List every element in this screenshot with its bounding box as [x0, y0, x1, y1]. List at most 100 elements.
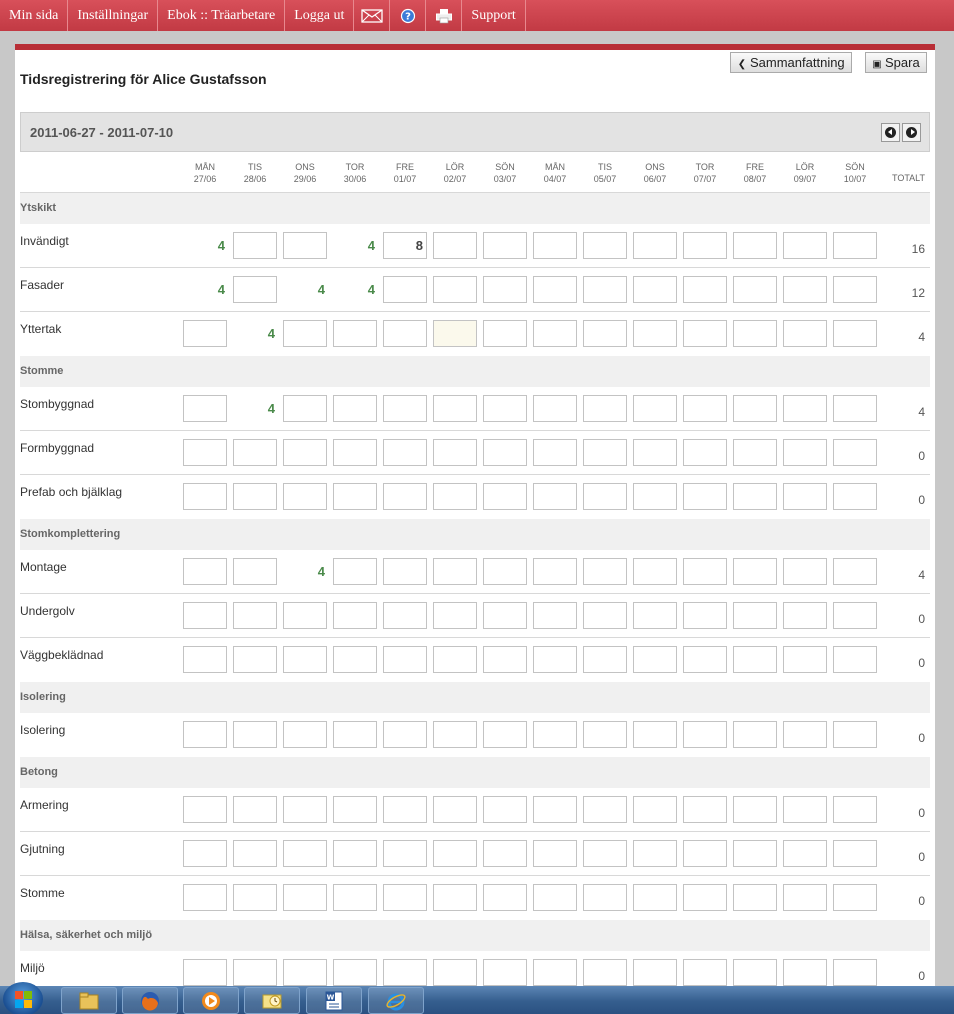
hours-input[interactable]	[483, 796, 527, 823]
hours-input[interactable]	[283, 395, 327, 422]
hours-input[interactable]	[183, 320, 227, 347]
hours-input[interactable]	[433, 602, 477, 629]
hours-input[interactable]	[783, 439, 827, 466]
hours-input[interactable]	[733, 796, 777, 823]
hours-input[interactable]	[233, 840, 277, 867]
hours-input[interactable]	[483, 721, 527, 748]
hours-input[interactable]	[733, 320, 777, 347]
hours-input[interactable]	[483, 959, 527, 986]
hours-input[interactable]	[633, 232, 677, 259]
hours-input[interactable]	[833, 884, 877, 911]
hours-input[interactable]	[833, 959, 877, 986]
hours-input[interactable]	[183, 558, 227, 585]
hours-input[interactable]	[283, 602, 327, 629]
hours-input[interactable]	[533, 884, 577, 911]
hours-input[interactable]	[433, 276, 477, 303]
hours-input[interactable]	[833, 276, 877, 303]
hours-input[interactable]	[683, 959, 727, 986]
hours-input[interactable]	[733, 232, 777, 259]
hours-input[interactable]	[433, 395, 477, 422]
hours-input[interactable]	[433, 232, 477, 259]
hours-input[interactable]	[683, 439, 727, 466]
hours-input[interactable]	[383, 884, 427, 911]
hours-input[interactable]	[633, 483, 677, 510]
hours-input[interactable]	[833, 320, 877, 347]
nav-item-ebok-träarbetare[interactable]: Ebok :: Träarbetare	[158, 0, 286, 31]
hours-input[interactable]	[233, 884, 277, 911]
hours-input[interactable]	[683, 796, 727, 823]
hours-input[interactable]	[783, 395, 827, 422]
hours-input[interactable]	[433, 884, 477, 911]
taskbar-app-button[interactable]	[368, 987, 424, 1014]
hours-input[interactable]	[583, 796, 627, 823]
hours-input[interactable]	[183, 796, 227, 823]
hours-input[interactable]	[533, 646, 577, 673]
hours-input[interactable]	[633, 320, 677, 347]
hours-input[interactable]	[383, 721, 427, 748]
hours-input[interactable]	[683, 840, 727, 867]
hours-input[interactable]	[233, 721, 277, 748]
hours-input[interactable]	[483, 439, 527, 466]
hours-input[interactable]	[333, 320, 377, 347]
hours-input[interactable]	[583, 395, 627, 422]
hours-input[interactable]	[533, 721, 577, 748]
hours-input[interactable]	[533, 439, 577, 466]
hours-input[interactable]	[783, 558, 827, 585]
hours-input[interactable]	[483, 840, 527, 867]
hours-input[interactable]	[833, 558, 877, 585]
hours-input[interactable]	[833, 796, 877, 823]
taskbar-app-button[interactable]	[244, 987, 300, 1014]
hours-input[interactable]	[483, 276, 527, 303]
hours-input[interactable]	[283, 884, 327, 911]
hours-input[interactable]	[833, 395, 877, 422]
hours-input[interactable]	[483, 602, 527, 629]
hours-input[interactable]	[633, 884, 677, 911]
hours-input[interactable]	[283, 959, 327, 986]
hours-input[interactable]	[333, 439, 377, 466]
hours-input[interactable]	[633, 439, 677, 466]
hours-input[interactable]	[833, 646, 877, 673]
hours-input[interactable]	[383, 602, 427, 629]
hours-input[interactable]	[383, 959, 427, 986]
hours-input[interactable]	[833, 232, 877, 259]
nav-item-logga-ut[interactable]: Logga ut	[285, 0, 355, 31]
hours-input[interactable]	[783, 320, 827, 347]
hours-input[interactable]	[183, 395, 227, 422]
hours-input[interactable]	[283, 483, 327, 510]
hours-input[interactable]	[233, 483, 277, 510]
hours-input[interactable]	[633, 395, 677, 422]
hours-input[interactable]	[283, 439, 327, 466]
hours-input[interactable]	[633, 840, 677, 867]
hours-input[interactable]	[633, 721, 677, 748]
hours-input[interactable]	[433, 483, 477, 510]
hours-input[interactable]	[783, 959, 827, 986]
hours-input[interactable]	[633, 602, 677, 629]
hours-input[interactable]	[283, 840, 327, 867]
hours-input[interactable]	[583, 602, 627, 629]
hours-input[interactable]	[833, 602, 877, 629]
hours-input[interactable]	[733, 276, 777, 303]
hours-input[interactable]	[583, 646, 627, 673]
hours-input[interactable]	[783, 232, 827, 259]
hours-input[interactable]	[483, 646, 527, 673]
hours-input[interactable]	[633, 646, 677, 673]
hours-input[interactable]	[533, 840, 577, 867]
hours-input[interactable]	[733, 483, 777, 510]
hours-input[interactable]	[533, 796, 577, 823]
hours-input[interactable]	[783, 796, 827, 823]
hours-input[interactable]	[733, 646, 777, 673]
hours-input[interactable]	[433, 796, 477, 823]
hours-input[interactable]	[583, 721, 627, 748]
hours-input[interactable]	[833, 483, 877, 510]
hours-input[interactable]	[833, 840, 877, 867]
nav-item-support[interactable]: Support	[462, 0, 526, 31]
hours-input[interactable]	[583, 439, 627, 466]
hours-input[interactable]	[533, 558, 577, 585]
hours-input[interactable]	[233, 796, 277, 823]
hours-input[interactable]	[683, 232, 727, 259]
hours-input[interactable]	[733, 884, 777, 911]
hours-input[interactable]	[333, 840, 377, 867]
taskbar-app-button[interactable]: W	[306, 987, 362, 1014]
hours-input[interactable]	[583, 276, 627, 303]
hours-input[interactable]	[483, 884, 527, 911]
